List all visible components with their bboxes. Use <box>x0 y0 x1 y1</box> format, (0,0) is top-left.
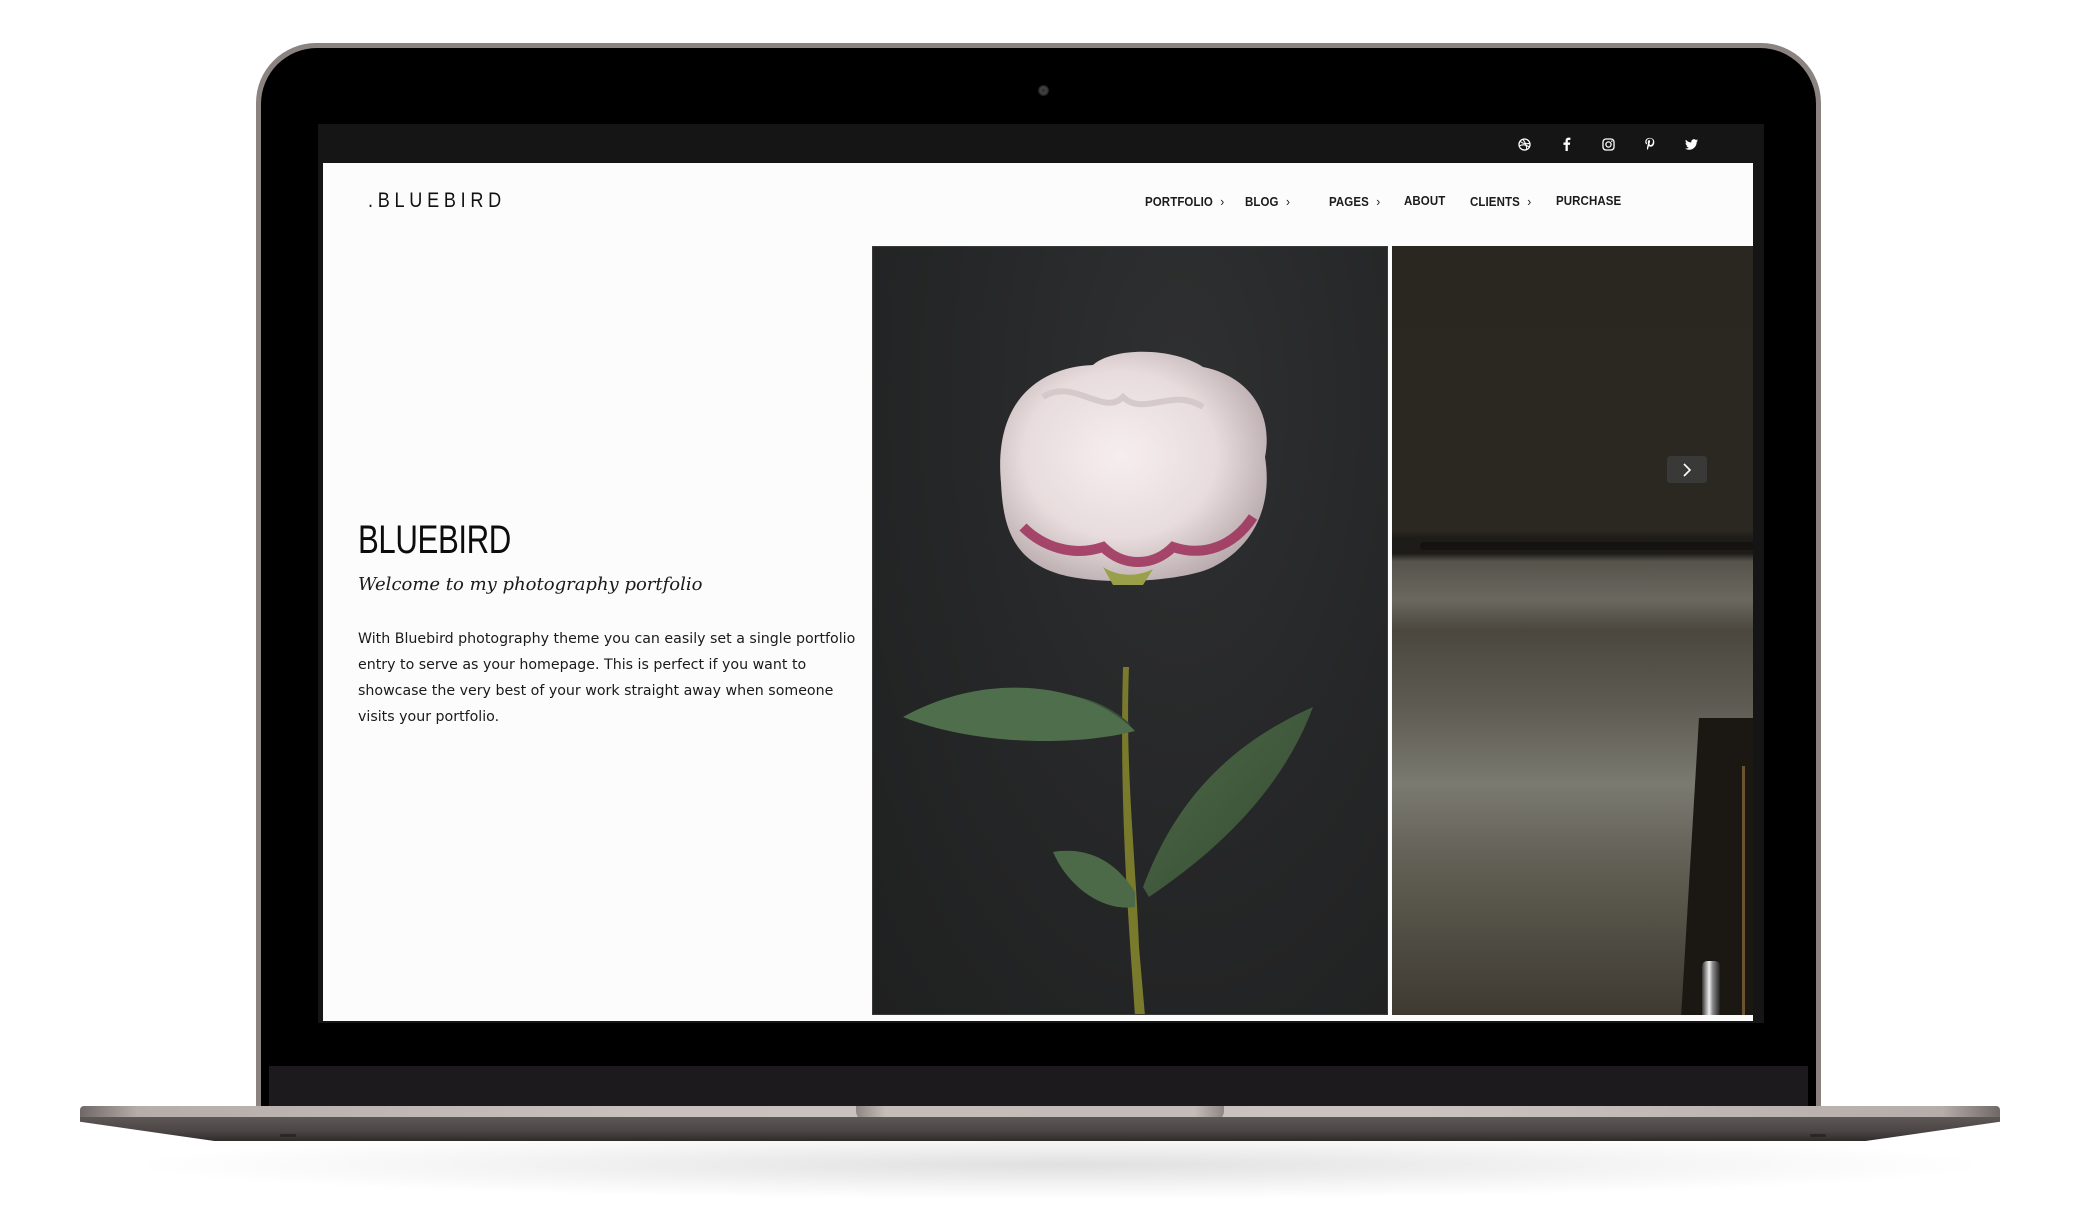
chevron-right-icon: › <box>1220 194 1225 209</box>
base-foot <box>280 1134 296 1137</box>
laptop-chin <box>269 1066 1808 1108</box>
peony-illustration <box>903 351 1313 1014</box>
chevron-right-icon: › <box>1285 194 1291 209</box>
hero-subtitle: Welcome to my photography portfolio <box>358 574 703 595</box>
chevron-right-icon: › <box>1527 194 1532 209</box>
main-nav: PORTFOLIO › BLOG › PAGES › ABOUT CLIENTS › <box>323 194 1753 214</box>
bottle-shape <box>1702 961 1720 1015</box>
chevron-right-icon: › <box>1376 194 1381 209</box>
nav-item-label: ABOUT <box>1404 194 1446 208</box>
base-bottom <box>80 1117 2000 1141</box>
facebook-icon[interactable] <box>1556 134 1576 154</box>
laptop-screen: .BLUEBIRD PORTFOLIO › BLOG › PAGES › ABOUT <box>318 124 1764 1023</box>
nav-item-label: PURCHASE <box>1556 194 1622 208</box>
nav-item-about[interactable]: ABOUT <box>1404 194 1445 208</box>
camera-icon <box>1038 85 1049 96</box>
hero-title: BLUEBIRD <box>358 518 511 562</box>
twitter-icon[interactable] <box>1681 134 1701 154</box>
nav-item-label: BLOG <box>1245 195 1279 209</box>
gallery-image-interior[interactable] <box>1392 246 1753 1015</box>
nav-item-label: PORTFOLIO <box>1145 195 1213 209</box>
dribbble-icon[interactable] <box>1514 134 1534 154</box>
slider-next-button[interactable] <box>1667 456 1707 483</box>
nav-item-pages[interactable]: PAGES › <box>1329 194 1380 209</box>
nav-item-blog[interactable]: BLOG › <box>1245 194 1290 209</box>
shelf-shape <box>1420 542 1753 550</box>
chevron-right-icon <box>1683 462 1692 477</box>
instagram-icon[interactable] <box>1598 134 1618 154</box>
top-bar <box>318 124 1764 163</box>
gallery-image-peony[interactable] <box>872 246 1388 1015</box>
web-page: .BLUEBIRD PORTFOLIO › BLOG › PAGES › ABOUT <box>323 163 1753 1021</box>
social-links <box>318 124 1764 163</box>
nav-item-clients[interactable]: CLIENTS › <box>1470 194 1531 209</box>
nav-item-portfolio[interactable]: PORTFOLIO › <box>1145 194 1224 209</box>
laptop-base <box>80 1106 2000 1142</box>
nav-item-purchase[interactable]: PURCHASE <box>1556 194 1621 208</box>
laptop-lid: .BLUEBIRD PORTFOLIO › BLOG › PAGES › ABOUT <box>256 43 1821 1108</box>
hero-description: With Bluebird photography theme you can … <box>358 631 856 725</box>
laptop-bezel: .BLUEBIRD PORTFOLIO › BLOG › PAGES › ABOUT <box>261 48 1816 1108</box>
base-foot <box>1810 1134 1826 1137</box>
nav-item-label: PAGES <box>1329 195 1369 209</box>
nav-item-label: CLIENTS <box>1470 195 1520 209</box>
frame-edge-shape <box>1742 766 1745 1015</box>
pinterest-icon[interactable] <box>1639 134 1659 154</box>
